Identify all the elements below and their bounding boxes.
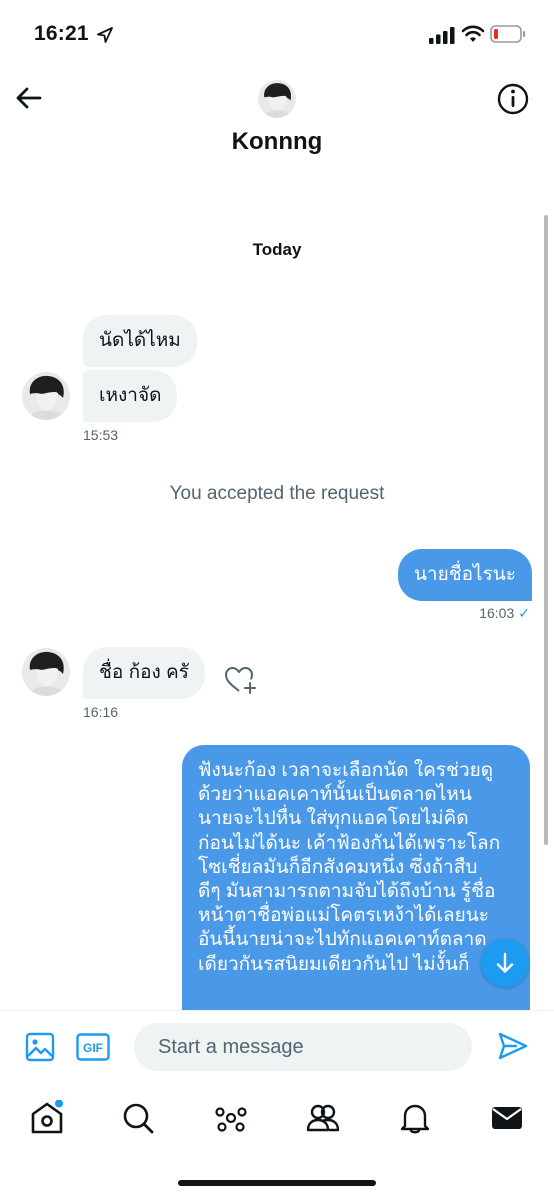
- sender-avatar[interactable]: [22, 372, 70, 420]
- message-line: อันนี้นายน่าจะไปทักแอคเคาท์ตลาด: [198, 929, 487, 951]
- spaces-icon[interactable]: [213, 1100, 249, 1136]
- home-icon[interactable]: [29, 1100, 65, 1136]
- message-line: นายจะไปหื่น ใส่ทุกแอคโดยไม่คิด: [198, 808, 469, 830]
- back-button[interactable]: [12, 82, 48, 114]
- message-composer: GIF: [0, 1010, 554, 1086]
- message-line: ฟังนะก้อง เวลาจะเลือกนัด ใครช่วยดู: [198, 760, 494, 781]
- message-line: ด้วยว่าแอคเคาท์นั้นเป็นตลาดไหน: [198, 784, 472, 806]
- message-timestamp: 16:03 ✓: [479, 605, 530, 622]
- messages-icon[interactable]: [489, 1100, 525, 1136]
- status-bar: 16:21: [0, 0, 554, 70]
- scrollbar[interactable]: [544, 215, 548, 845]
- message-line: ก่อนไม่ได้นะ เค้าฟ้องกันได้เพราะโลก: [198, 832, 501, 854]
- message-line: ดีๆ มันสามารถตามจับได้ถึงบ้าน รู้ชื่อ: [198, 881, 496, 903]
- message-bubble-incoming[interactable]: นัดได้ไหม: [83, 315, 197, 367]
- system-message: You accepted the request: [169, 483, 385, 504]
- location-arrow-icon: [97, 27, 113, 43]
- message-input[interactable]: [134, 1023, 472, 1071]
- message-line: เดียวกันรสนิยมเดียวกันไป ไม่งั้นก็: [198, 953, 470, 975]
- message-line: โซเชี่ยลมันก็อีกสังคมหนึ่ง ซึ่งถ้าสืบ: [198, 856, 478, 878]
- message-bubble-outgoing-long[interactable]: ฟังนะก้อง เวลาจะเลือกนัด ใครช่วยดู ด้วยว…: [182, 745, 530, 1045]
- message-bubble-incoming[interactable]: เหงาจัด: [83, 370, 178, 422]
- message-timestamp: 16:16: [83, 704, 119, 720]
- wifi-icon: [461, 25, 485, 42]
- message-bubble-outgoing[interactable]: นายชื่อไรนะ: [397, 549, 532, 601]
- message-time: 16:03: [479, 605, 515, 621]
- home-indicator: [178, 1180, 376, 1186]
- gif-button[interactable]: GIF: [76, 1033, 110, 1061]
- contact-avatar[interactable]: [258, 80, 296, 118]
- cellular-signal-icon: [429, 27, 455, 44]
- check-icon: ✓: [518, 605, 530, 621]
- image-icon[interactable]: [24, 1031, 56, 1063]
- gif-label: GIF: [83, 1041, 103, 1055]
- message-timestamp: 15:53: [83, 427, 119, 443]
- message-bubble-incoming[interactable]: ชื่อ ก้อง ครั: [83, 647, 205, 699]
- search-icon[interactable]: [120, 1100, 156, 1136]
- contact-name: Konnng: [231, 128, 323, 155]
- battery-low-icon: [490, 25, 526, 43]
- message-line: หน้าตาชื่อพ่อแม่โคตรเหง้าได้เลยนะ: [198, 905, 489, 927]
- communities-icon[interactable]: [305, 1100, 341, 1136]
- status-time: 16:21: [34, 22, 89, 45]
- sender-avatar[interactable]: [22, 648, 70, 696]
- send-icon[interactable]: [496, 1029, 530, 1063]
- arrow-down-icon: [496, 952, 514, 973]
- info-icon[interactable]: [496, 82, 530, 116]
- scroll-to-bottom-button[interactable]: [481, 939, 529, 987]
- day-separator: Today: [252, 240, 302, 259]
- heart-plus-icon[interactable]: [222, 664, 258, 696]
- notifications-icon[interactable]: [397, 1100, 433, 1136]
